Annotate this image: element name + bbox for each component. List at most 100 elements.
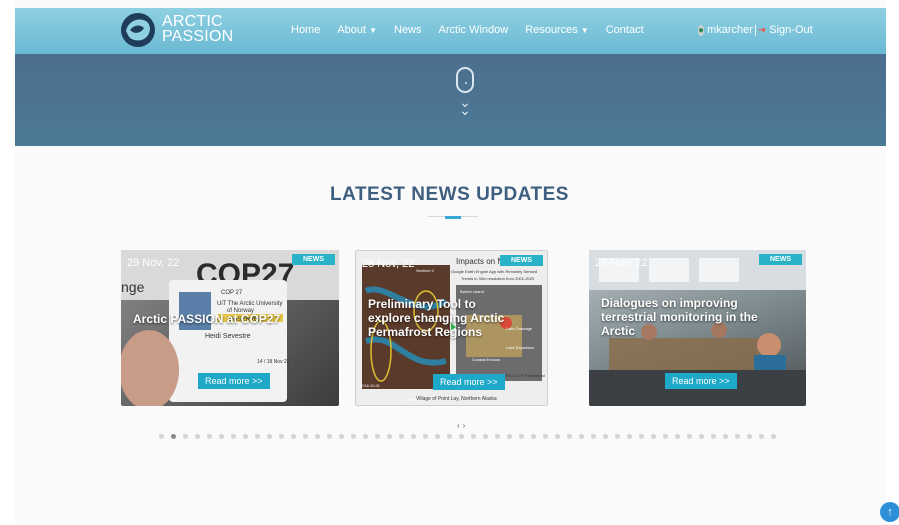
chevron-down-icon: ▼ bbox=[580, 26, 589, 35]
nav-home-label: Home bbox=[291, 24, 321, 36]
news-card-dialogues[interactable]: 28 Nov, 22 NEWS Dialogues on improving t… bbox=[589, 250, 806, 406]
card-badge: NEWS bbox=[759, 254, 802, 265]
carousel-dot[interactable] bbox=[746, 434, 752, 439]
section-title: LATEST NEWS UPDATES bbox=[330, 184, 569, 205]
nav-home[interactable]: Home bbox=[291, 24, 320, 36]
read-more-button[interactable]: Read more >> bbox=[665, 373, 737, 389]
carousel-dot[interactable] bbox=[398, 434, 404, 439]
user-separator: | bbox=[753, 24, 757, 36]
carousel-dot[interactable] bbox=[314, 434, 320, 439]
carousel-dot[interactable] bbox=[566, 434, 572, 439]
carousel-dot[interactable] bbox=[266, 434, 272, 439]
carousel-dot[interactable] bbox=[242, 434, 248, 439]
title-underline bbox=[428, 216, 478, 219]
nav-contact[interactable]: Contact bbox=[606, 24, 644, 36]
nav-resources[interactable]: Resources ▼ bbox=[525, 24, 589, 36]
card-title[interactable]: Arctic PASSION at COP27 bbox=[133, 312, 333, 326]
mouse-scroll-icon[interactable] bbox=[456, 67, 474, 93]
carousel-dot[interactable] bbox=[182, 434, 188, 439]
carousel-next-button[interactable]: › bbox=[463, 421, 469, 430]
card-title[interactable]: Preliminary Tool to explore changing Arc… bbox=[368, 297, 518, 339]
carousel-dot[interactable] bbox=[722, 434, 728, 439]
carousel-dot[interactable] bbox=[542, 434, 548, 439]
double-chevron-down-icon[interactable]: ⌄ ⌄ bbox=[457, 95, 473, 117]
nav-arctic-window[interactable]: Arctic Window bbox=[439, 24, 509, 36]
carousel-dot[interactable] bbox=[698, 434, 704, 439]
carousel-dot[interactable] bbox=[506, 434, 512, 439]
carousel-dot[interactable] bbox=[410, 434, 416, 439]
carousel-dot[interactable] bbox=[590, 434, 596, 439]
nav-about-label: About bbox=[337, 24, 367, 36]
nav-news-label: News bbox=[394, 24, 422, 36]
nav-news[interactable]: News bbox=[394, 24, 422, 36]
carousel-dot[interactable] bbox=[614, 434, 620, 439]
carousel-dot[interactable] bbox=[278, 434, 284, 439]
carousel-dot[interactable] bbox=[338, 434, 344, 439]
carousel-dot[interactable] bbox=[458, 434, 464, 439]
read-more-button[interactable]: Read more >> bbox=[198, 373, 270, 389]
page-margin-left bbox=[0, 0, 15, 525]
sign-out-icon: ➜ bbox=[757, 25, 767, 36]
carousel-dot[interactable] bbox=[446, 434, 452, 439]
map-label-erosion: Coastal Erosion bbox=[472, 357, 500, 362]
carousel-dot[interactable] bbox=[650, 434, 656, 439]
carousel-dot[interactable] bbox=[254, 434, 260, 439]
carousel-dot[interactable] bbox=[422, 434, 428, 439]
carousel-dot[interactable] bbox=[554, 434, 560, 439]
username-link[interactable]: mkarcher bbox=[707, 24, 753, 36]
brand-name[interactable]: ARCTIC PASSION bbox=[162, 14, 233, 45]
carousel-dot[interactable] bbox=[482, 434, 488, 439]
card-badge: NEWS bbox=[500, 255, 543, 266]
carousel-dot[interactable] bbox=[494, 434, 500, 439]
card-date: 28 Nov, 22 bbox=[362, 258, 415, 270]
read-more-button[interactable]: Read more >> bbox=[433, 374, 505, 390]
carousel-dot[interactable] bbox=[530, 434, 536, 439]
arctic-passion-logo-icon[interactable] bbox=[118, 11, 158, 49]
carousel-dot[interactable] bbox=[374, 434, 380, 439]
pass-line-6: 14 / 18 Nov 22 bbox=[257, 359, 290, 365]
arrow-up-icon[interactable]: ↑ bbox=[880, 502, 899, 522]
carousel-dot[interactable] bbox=[350, 434, 356, 439]
map-caption: Village of Point Lay, Northern Alaska bbox=[416, 396, 497, 402]
carousel-dot[interactable] bbox=[470, 434, 476, 439]
sign-out-link[interactable]: Sign-Out bbox=[769, 24, 812, 36]
carousel-dot[interactable] bbox=[638, 434, 644, 439]
carousel-dot[interactable] bbox=[770, 434, 776, 439]
card-date: 28 Nov, 22 bbox=[595, 257, 648, 269]
carousel-dot[interactable] bbox=[326, 434, 332, 439]
carousel-dot[interactable] bbox=[758, 434, 764, 439]
carousel-dot[interactable] bbox=[170, 434, 176, 439]
nav-about[interactable]: About ▼ bbox=[337, 24, 377, 36]
news-card-cop27[interactable]: COP27 nge COP 27 UiT The Arctic Universi… bbox=[121, 250, 339, 406]
carousel-dot[interactable] bbox=[386, 434, 392, 439]
carousel-dot[interactable] bbox=[578, 434, 584, 439]
card-badge: NEWS bbox=[292, 254, 335, 265]
map-label-barrier: Barrier Island bbox=[460, 289, 484, 294]
carousel-dot[interactable] bbox=[206, 434, 212, 439]
carousel-dot[interactable] bbox=[194, 434, 200, 439]
hero-banner: ⌄ ⌄ bbox=[15, 54, 886, 146]
nav-arctic-window-label: Arctic Window bbox=[438, 24, 509, 36]
carousel-dot[interactable] bbox=[674, 434, 680, 439]
news-card-permafrost[interactable]: Impacts on Northe Google Earth Engine Ap… bbox=[355, 250, 548, 406]
carousel-dot[interactable] bbox=[626, 434, 632, 439]
carousel-dot[interactable] bbox=[362, 434, 368, 439]
carousel-dot[interactable] bbox=[230, 434, 236, 439]
carousel-dot[interactable] bbox=[290, 434, 296, 439]
carousel-dot[interactable] bbox=[686, 434, 692, 439]
carousel-dot[interactable] bbox=[602, 434, 608, 439]
carousel-dot[interactable] bbox=[662, 434, 668, 439]
underline-accent bbox=[445, 216, 461, 219]
carousel-dot[interactable] bbox=[434, 434, 440, 439]
carousel-dot[interactable] bbox=[518, 434, 524, 439]
carousel-dot[interactable] bbox=[710, 434, 716, 439]
carousel-dot[interactable] bbox=[158, 434, 164, 439]
card-date: 29 Nov, 22 bbox=[127, 257, 180, 269]
user-circle-icon: ● bbox=[698, 25, 705, 36]
card-title[interactable]: Dialogues on improving terrestrial monit… bbox=[601, 296, 771, 338]
site-header: ARCTIC PASSION Home About ▼ News Arctic W… bbox=[15, 8, 886, 54]
carousel-dot[interactable] bbox=[218, 434, 224, 439]
carousel-dot[interactable] bbox=[302, 434, 308, 439]
carousel-dots bbox=[127, 434, 807, 439]
carousel-dot[interactable] bbox=[734, 434, 740, 439]
